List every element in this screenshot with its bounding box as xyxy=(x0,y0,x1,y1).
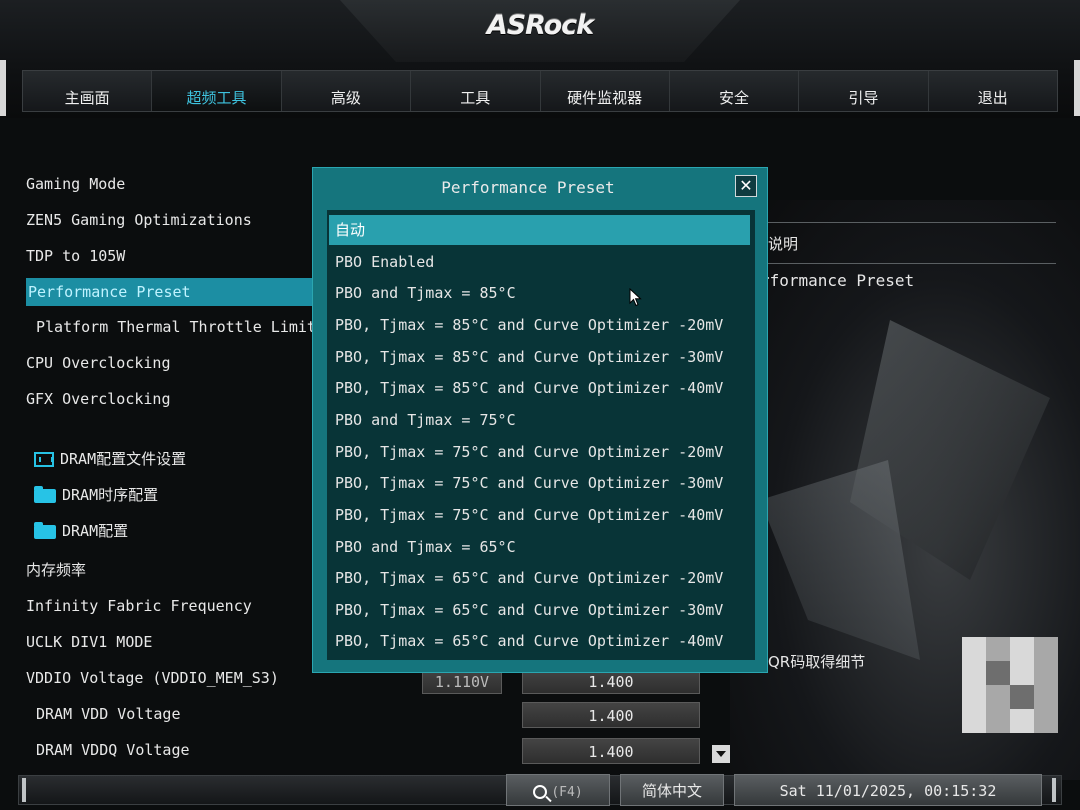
option-item[interactable]: PBO and Tjmax = 85°C xyxy=(329,278,750,308)
bar-edge-right xyxy=(1052,778,1056,802)
menu-item-dram-timing[interactable]: DRAM时序配置 xyxy=(34,481,158,509)
tab-advanced[interactable]: 高级 xyxy=(281,71,412,111)
option-item[interactable]: PBO and Tjmax = 75°C xyxy=(329,405,750,435)
bar-edge-left xyxy=(22,778,26,802)
option-item[interactable]: PBO, Tjmax = 65°C and Curve Optimizer -3… xyxy=(329,595,750,625)
dialog-title: Performance Preset xyxy=(441,178,615,197)
description-header xyxy=(760,222,1056,264)
search-key-hint: (F4) xyxy=(551,785,583,800)
asrock-logo: ASRock xyxy=(486,10,594,41)
search-icon xyxy=(533,784,548,799)
header: ASRock 主画面 超频工具 高级 工具 硬件监视器 安全 引导 退出 xyxy=(0,0,1080,118)
option-item[interactable]: PBO and Tjmax = 65°C xyxy=(329,532,750,562)
menu-item-dram-profile[interactable]: DRAM配置文件设置 xyxy=(34,445,186,473)
option-item[interactable]: PBO, Tjmax = 75°C and Curve Optimizer -4… xyxy=(329,500,750,530)
menu-item-thermal-throttle-limit[interactable]: Platform Thermal Throttle Limit(1 xyxy=(36,313,334,341)
option-item[interactable]: PBO Enabled xyxy=(329,247,750,277)
menu-item-label: DRAM时序配置 xyxy=(62,486,159,504)
folder-icon xyxy=(34,485,56,503)
option-item[interactable]: PBO, Tjmax = 85°C and Curve Optimizer -4… xyxy=(329,373,750,403)
preset-option-list: 自动 PBO Enabled PBO and Tjmax = 85°C PBO,… xyxy=(327,210,755,660)
tab-security[interactable]: 安全 xyxy=(669,71,800,111)
menu-item-zen5-optimizations[interactable]: ZEN5 Gaming Optimizations xyxy=(26,206,252,234)
menu-item-dram-vdd[interactable]: DRAM VDD Voltage xyxy=(36,700,181,728)
menu-item-performance-preset[interactable]: Performance Preset xyxy=(26,278,316,306)
dram-module-icon xyxy=(34,452,54,467)
menu-item-memory-frequency[interactable]: 内存频率 xyxy=(26,556,86,584)
description-title: 说明 xyxy=(768,235,799,253)
option-item[interactable]: 自动 xyxy=(329,215,750,245)
menu-item-dram-vddq[interactable]: DRAM VDDQ Voltage xyxy=(36,736,190,764)
main-tab-bar: 主画面 超频工具 高级 工具 硬件监视器 安全 引导 退出 xyxy=(22,70,1058,112)
frame-edge-right xyxy=(1074,60,1080,116)
tab-tool[interactable]: 工具 xyxy=(411,71,541,111)
dram-vddq-value-field[interactable]: 1.400 xyxy=(522,738,700,764)
dram-vdd-value-field[interactable]: 1.400 xyxy=(522,702,700,728)
tab-main[interactable]: 主画面 xyxy=(23,71,153,111)
option-item[interactable]: PBO, Tjmax = 75°C and Curve Optimizer -3… xyxy=(329,468,750,498)
option-item[interactable]: PBO, Tjmax = 65°C and Curve Optimizer -2… xyxy=(329,563,750,593)
menu-item-vddio-voltage[interactable]: VDDIO Voltage (VDDIO_MEM_S3) xyxy=(26,664,279,692)
option-item[interactable]: PBO, Tjmax = 85°C and Curve Optimizer -2… xyxy=(329,310,750,340)
language-button[interactable]: 简体中文 xyxy=(620,774,724,806)
option-item[interactable]: PBO, Tjmax = 75°C and Curve Optimizer -2… xyxy=(329,437,750,467)
menu-item-gfx-overclocking[interactable]: GFX Overclocking xyxy=(26,385,171,413)
qr-code-image xyxy=(962,637,1058,733)
frame-edge-left xyxy=(0,60,6,116)
menu-item-dram-config[interactable]: DRAM配置 xyxy=(34,517,128,545)
tab-exit[interactable]: 退出 xyxy=(928,71,1057,111)
menu-item-fabric-frequency[interactable]: Infinity Fabric Frequency xyxy=(26,592,252,620)
search-button[interactable]: (F4) xyxy=(506,774,610,806)
description-text: rformance Preset xyxy=(760,271,915,290)
date-time-display[interactable]: Sat 11/01/2025, 00:15:32 xyxy=(734,774,1042,806)
mouse-cursor-icon xyxy=(629,288,642,307)
close-button[interactable]: ✕ xyxy=(735,175,757,197)
menu-item-uclk-div1[interactable]: UCLK DIV1 MODE xyxy=(26,628,152,656)
menu-item-cpu-overclocking[interactable]: CPU Overclocking xyxy=(26,349,171,377)
performance-preset-dialog: Performance Preset ✕ 自动 PBO Enabled PBO … xyxy=(312,167,768,673)
menu-item-label: DRAM配置文件设置 xyxy=(60,450,187,468)
tab-oc-tweaker[interactable]: 超频工具 xyxy=(152,71,282,111)
menu-item-gaming-mode[interactable]: Gaming Mode xyxy=(26,170,125,198)
option-item[interactable]: PBO, Tjmax = 65°C and Curve Optimizer -4… xyxy=(329,626,750,656)
menu-item-tdp[interactable]: TDP to 105W xyxy=(26,242,125,270)
tab-hw-monitor[interactable]: 硬件监视器 xyxy=(540,71,670,111)
folder-icon xyxy=(34,521,56,539)
option-item[interactable]: PBO, Tjmax = 85°C and Curve Optimizer -3… xyxy=(329,342,750,372)
scroll-down-arrow[interactable] xyxy=(712,745,730,763)
tab-boot[interactable]: 引导 xyxy=(799,71,929,111)
menu-item-label: DRAM配置 xyxy=(62,522,129,540)
qr-code-caption: QR码取得细节 xyxy=(768,653,866,671)
